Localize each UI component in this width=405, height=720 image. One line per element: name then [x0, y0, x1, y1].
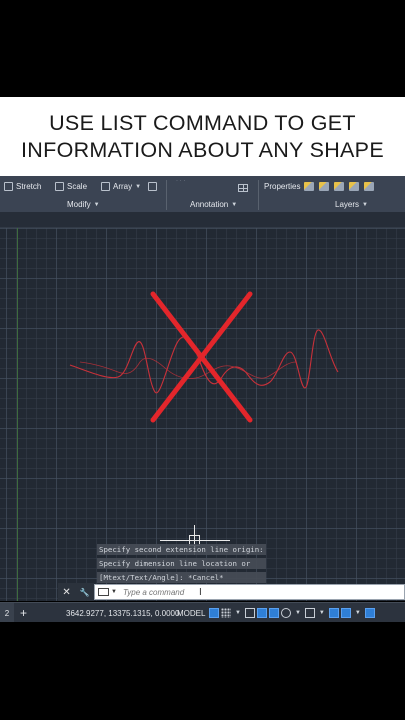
layers-panel-text: Layers [335, 200, 360, 209]
array-dropdown-icon[interactable]: ▼ [135, 184, 141, 190]
infer-constraints-icon[interactable] [244, 608, 255, 618]
chevron-down-icon[interactable]: ▼ [111, 589, 117, 595]
recent-commands-icon[interactable] [98, 588, 109, 596]
table-icon [238, 184, 248, 192]
scale-button[interactable]: Scale [55, 182, 87, 191]
stretch-button[interactable]: Stretch [4, 182, 41, 191]
stretch-icon [4, 182, 13, 191]
array-button[interactable]: Array ▼ [101, 182, 141, 191]
command-line-close-icon[interactable]: ✕ [62, 587, 70, 598]
polar-icon[interactable] [280, 608, 291, 618]
dynamic-input-icon[interactable] [256, 608, 267, 618]
layer-properties-label: Properties [264, 182, 301, 191]
annotation-panel-text: Annotation [190, 200, 229, 209]
ortho-icon[interactable] [268, 608, 279, 618]
annotation-panel-label[interactable]: Annotation ▼ [190, 200, 237, 209]
status-toggles: ▼ ▼ ▼ ▼ [208, 603, 376, 623]
object-snap-tracking-icon[interactable] [328, 608, 339, 618]
text-cursor-icon: I [198, 586, 202, 598]
chevron-down-icon[interactable]: ▼ [295, 610, 301, 616]
wrench-icon[interactable]: 🔧 [80, 588, 90, 597]
command-line: ✕ 🔧 ▼ I [0, 583, 405, 601]
chevron-down-icon: ▼ [362, 201, 368, 208]
command-line-controls: ✕ 🔧 [58, 583, 94, 601]
command-input-box[interactable]: ▼ I [94, 584, 405, 600]
letterbox-top [0, 0, 405, 97]
video-caption: USE LIST COMMAND TO GET INFORMATION ABOU… [0, 97, 405, 176]
snap-icon[interactable] [221, 608, 231, 618]
layer-isolate-icon[interactable] [364, 182, 374, 191]
letterbox-bottom [0, 622, 405, 720]
add-layout-button[interactable]: + [20, 603, 27, 623]
command-history-line: [Mtext/Text/Angle]: *Cancel* [97, 572, 266, 583]
chevron-down-icon: ▼ [231, 201, 238, 208]
ribbon-tools-row: Stretch Scale Array ▼ · · · Properties [0, 178, 405, 196]
modify-extra-icon [148, 182, 157, 191]
annotation-faint-labels: · · · [176, 178, 186, 184]
layer-off-icon[interactable] [319, 182, 329, 191]
command-history: Specify second extension line origin: Sp… [97, 544, 266, 586]
chevron-down-icon[interactable]: ▼ [235, 610, 241, 616]
modify-extra-button[interactable] [148, 182, 157, 191]
hamburger-icon[interactable] [364, 608, 375, 618]
modify-panel-text: Modify [67, 200, 91, 209]
caption-line-2: INFORMATION ABOUT ANY SHAPE [21, 137, 384, 162]
chevron-down-icon[interactable]: ▼ [355, 610, 361, 616]
layer-freeze-icon[interactable] [334, 182, 344, 191]
ribbon-separator [258, 180, 259, 210]
model-space-button[interactable]: MODEL [177, 603, 205, 623]
stretch-label: Stretch [16, 182, 42, 191]
layer-properties-button[interactable]: Properties [264, 182, 300, 191]
object-snap-icon[interactable] [340, 608, 351, 618]
layer-lock-icon[interactable] [349, 182, 359, 191]
scale-label: Scale [67, 182, 88, 191]
modify-panel-label[interactable]: Modify ▼ [67, 200, 100, 209]
layers-panel-label[interactable]: Layers ▼ [335, 200, 368, 209]
table-button[interactable] [238, 184, 248, 192]
command-history-line: Specify second extension line origin: [97, 544, 266, 555]
array-icon [101, 182, 110, 191]
ribbon-separator [166, 180, 167, 210]
drawing-canvas[interactable]: Specify second extension line origin: Sp… [0, 212, 405, 601]
scale-icon [55, 182, 64, 191]
status-bar: 2 + 3642.9277, 13375.1315, 0.0000 MODEL … [0, 602, 405, 623]
array-label: Array [113, 182, 133, 191]
layer-tools[interactable] [304, 182, 375, 191]
layer-icon[interactable] [304, 182, 314, 191]
layout-tab[interactable]: 2 [0, 603, 14, 623]
command-history-line: Specify dimension line location or [97, 558, 266, 569]
caption-line-1: USE LIST COMMAND TO GET [49, 110, 356, 135]
coordinate-readout: 3642.9277, 13375.1315, 0.0000 [66, 608, 180, 618]
isodraft-icon[interactable] [304, 608, 315, 618]
chevron-down-icon[interactable]: ▼ [319, 610, 325, 616]
chevron-down-icon: ▼ [93, 201, 100, 208]
grid-icon[interactable] [209, 608, 219, 618]
ribbon: Stretch Scale Array ▼ · · · Properties M… [0, 176, 405, 212]
